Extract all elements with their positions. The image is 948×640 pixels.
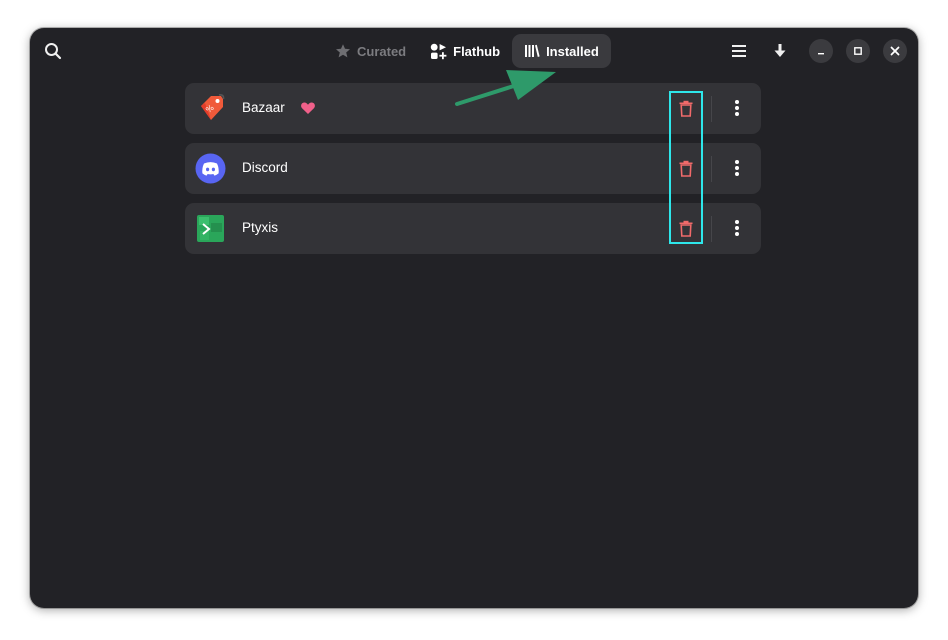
more-options-button[interactable] <box>725 215 749 241</box>
library-icon <box>524 43 540 59</box>
discord-icon <box>195 153 226 184</box>
tab-installed-label: Installed <box>546 43 599 59</box>
header-bar: Curated Flathub Installed <box>30 28 918 74</box>
more-options-button[interactable] <box>725 95 749 121</box>
close-icon <box>890 46 900 56</box>
kebab-menu-icon <box>735 160 739 176</box>
trash-icon <box>679 220 693 237</box>
trash-icon <box>679 160 693 177</box>
search-button[interactable] <box>38 36 68 66</box>
tab-curated-label: Curated <box>357 43 407 59</box>
app-name: Bazaar <box>242 100 285 115</box>
uninstall-button[interactable] <box>673 215 699 241</box>
search-icon <box>45 43 62 60</box>
uninstall-button[interactable] <box>673 95 699 121</box>
maximize-icon <box>854 47 862 55</box>
star-icon <box>335 43 351 59</box>
heart-icon <box>301 102 315 114</box>
download-icon <box>774 44 786 57</box>
list-item-discord[interactable]: Discord <box>185 143 761 194</box>
kebab-menu-icon <box>735 220 739 236</box>
maximize-button[interactable] <box>846 39 870 63</box>
tab-flathub-label: Flathub <box>453 43 501 59</box>
minimize-icon <box>818 53 824 55</box>
minimize-button[interactable] <box>809 39 833 63</box>
list-item-ptyxis[interactable]: Ptyxis <box>185 203 761 254</box>
trash-icon <box>679 100 693 117</box>
tab-installed[interactable]: Installed <box>512 34 611 68</box>
list-item-bazaar[interactable]: % Bazaar <box>185 83 761 134</box>
bazaar-tag-icon: % <box>201 94 225 120</box>
downloads-button[interactable] <box>765 36 795 66</box>
installed-apps-list: % Bazaar Discord Ptyxis <box>185 83 761 263</box>
view-switcher: Curated Flathub Installed <box>323 34 611 68</box>
kebab-menu-icon <box>735 100 739 116</box>
tab-flathub[interactable]: Flathub <box>418 34 512 68</box>
app-name: Discord <box>242 160 288 175</box>
uninstall-button[interactable] <box>673 155 699 181</box>
row-separator <box>711 156 712 182</box>
close-button[interactable] <box>883 39 907 63</box>
flathub-icon <box>430 43 447 60</box>
tab-curated[interactable]: Curated <box>323 34 418 68</box>
row-separator <box>711 216 712 242</box>
row-separator <box>711 96 712 122</box>
app-window: Curated Flathub Installed % Bazaar Disco… <box>30 28 918 608</box>
main-menu-button[interactable] <box>724 36 754 66</box>
ptyxis-terminal-icon <box>197 215 224 242</box>
app-name: Ptyxis <box>242 220 279 235</box>
hamburger-menu-icon <box>732 45 746 57</box>
more-options-button[interactable] <box>725 155 749 181</box>
